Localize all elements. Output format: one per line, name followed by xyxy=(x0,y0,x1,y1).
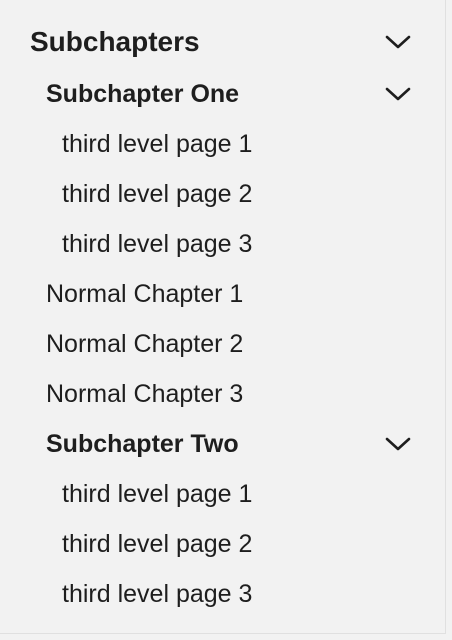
chevron-down-icon[interactable] xyxy=(385,29,411,55)
nav-item-third-level-page[interactable]: third level page 3 xyxy=(0,569,445,619)
nav-item-label: third level page 1 xyxy=(62,129,253,158)
nav-item-third-level-page[interactable]: third level page 2 xyxy=(0,169,445,219)
nav-item-third-level-page[interactable]: third level page 1 xyxy=(0,469,445,519)
nav-item-normal-chapter[interactable]: Normal Chapter 3 xyxy=(0,369,445,419)
nav-section-subchapters[interactable]: Subchapters xyxy=(0,17,445,67)
nav-item-subchapter-two[interactable]: Subchapter Two xyxy=(0,419,445,469)
nav-item-label: third level page 1 xyxy=(62,479,253,508)
nav-item-label: third level page 3 xyxy=(62,229,253,258)
nav-section-title: Subchapters xyxy=(30,26,200,57)
sidebar-nav: Subchapters Subchapter One third level p… xyxy=(0,0,446,634)
nav-item-label: Subchapter One xyxy=(46,79,240,108)
nav-item-third-level-page[interactable]: third level page 2 xyxy=(0,519,445,569)
nav-item-label: Normal Chapter 2 xyxy=(46,329,244,358)
nav-item-normal-chapter[interactable]: Normal Chapter 2 xyxy=(0,319,445,369)
nav-item-subchapter-one[interactable]: Subchapter One xyxy=(0,69,445,119)
nav-item-label: Normal Chapter 3 xyxy=(46,379,244,408)
nav-item-label: Subchapter Two xyxy=(46,429,239,458)
nav-item-third-level-page[interactable]: third level page 3 xyxy=(0,219,445,269)
nav-item-normal-chapter[interactable]: Normal Chapter 1 xyxy=(0,269,445,319)
chevron-down-icon[interactable] xyxy=(385,431,411,457)
nav-item-third-level-page[interactable]: third level page 1 xyxy=(0,119,445,169)
nav-item-label: third level page 3 xyxy=(62,579,253,608)
nav-item-label: third level page 2 xyxy=(62,529,253,558)
nav-item-label: third level page 2 xyxy=(62,179,253,208)
nav-item-label: Normal Chapter 1 xyxy=(46,279,244,308)
chevron-down-icon[interactable] xyxy=(385,81,411,107)
